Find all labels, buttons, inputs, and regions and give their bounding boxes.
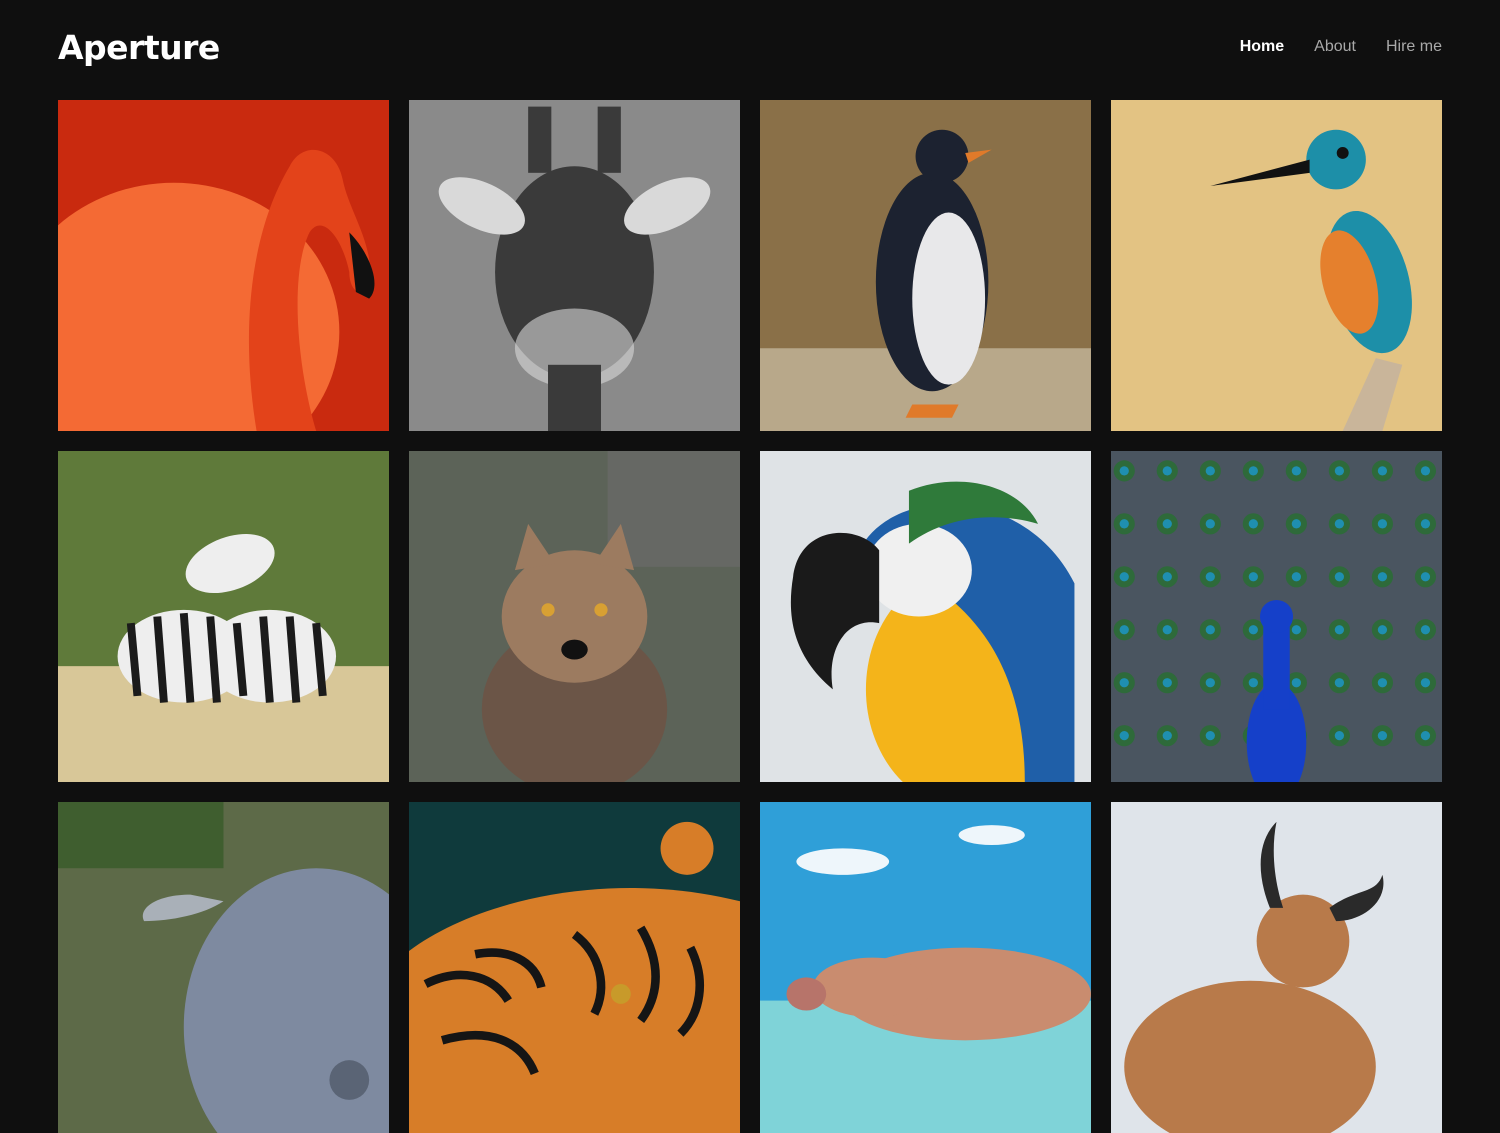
photo-tile-highland-cow[interactable] [1111, 802, 1442, 1133]
highland-cow-photo [1111, 802, 1442, 1133]
photo-tile-tiger[interactable] [409, 802, 740, 1133]
photo-tile-macaw[interactable] [760, 451, 1091, 782]
pig-photo [58, 802, 389, 1133]
photo-gallery [58, 100, 1442, 1133]
photo-tile-zebras[interactable] [58, 451, 389, 782]
photo-tile-kingfisher[interactable] [1111, 100, 1442, 431]
photo-tile-penguin[interactable] [760, 100, 1091, 431]
nav-about-link[interactable]: About [1314, 38, 1356, 56]
arctic-fox-photo [409, 451, 740, 782]
photo-tile-flamingo[interactable] [58, 100, 389, 431]
penguin-photo [760, 100, 1091, 431]
main-nav: Home About Hire me [1240, 38, 1442, 56]
photo-tile-pig[interactable] [58, 802, 389, 1133]
photo-tile-swimming-pig[interactable] [760, 802, 1091, 1133]
flamingo-photo [58, 100, 389, 431]
macaw-photo [760, 451, 1091, 782]
site-header: Aperture Home About Hire me [58, 0, 1442, 100]
giraffe-photo [409, 100, 740, 431]
photo-tile-arctic-fox[interactable] [409, 451, 740, 782]
tiger-photo [409, 802, 740, 1133]
nav-home-link[interactable]: Home [1240, 38, 1284, 56]
swimming-pig-photo [760, 802, 1091, 1133]
zebras-photo [58, 451, 389, 782]
photo-tile-giraffe[interactable] [409, 100, 740, 431]
kingfisher-photo [1111, 100, 1442, 431]
nav-hire-me-link[interactable]: Hire me [1386, 38, 1442, 56]
photo-tile-peacock[interactable] [1111, 451, 1442, 782]
peacock-photo [1111, 451, 1442, 782]
site-logo[interactable]: Aperture [58, 28, 220, 67]
